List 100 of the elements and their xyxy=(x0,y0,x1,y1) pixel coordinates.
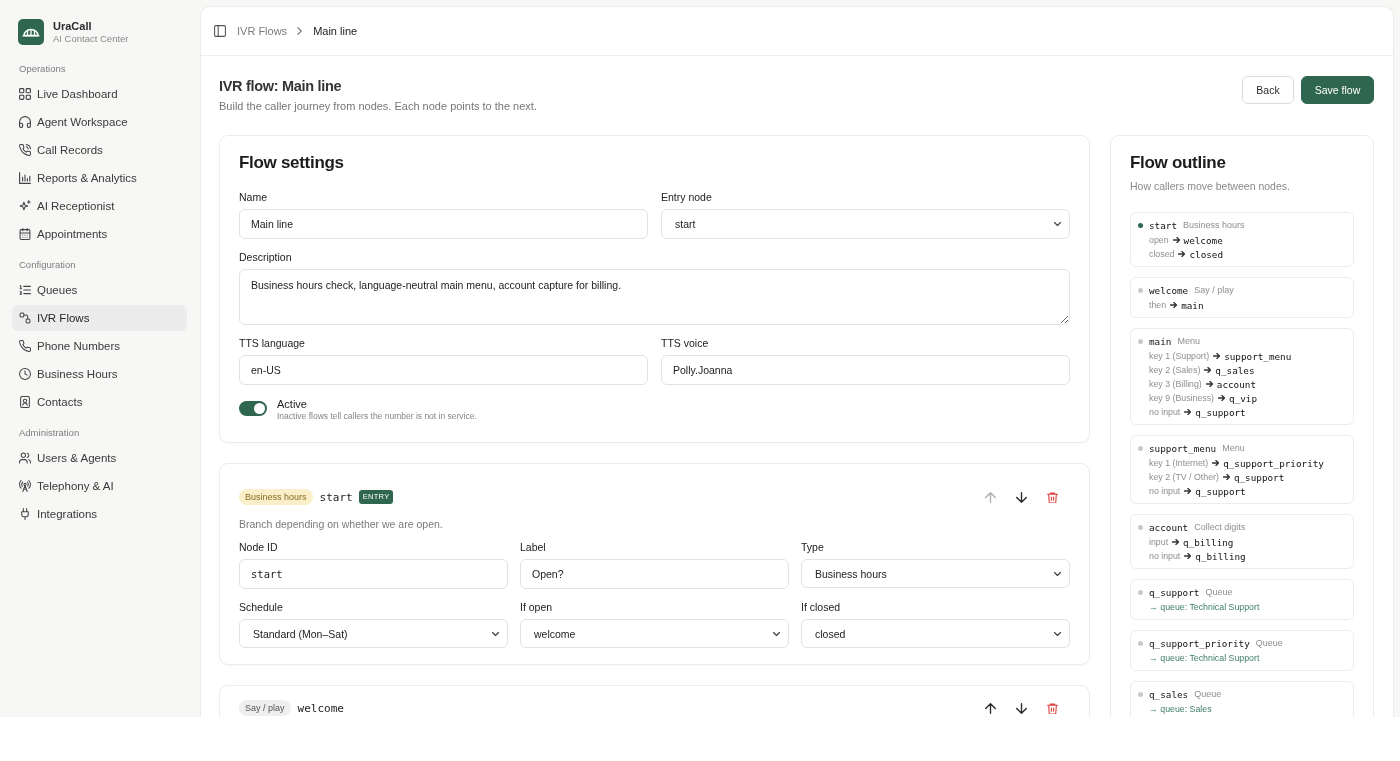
breadcrumb-link[interactable]: IVR Flows xyxy=(237,25,288,37)
field-label: TTS language xyxy=(239,337,306,349)
field-label: Description xyxy=(239,251,293,263)
route-condition: key 2 (TV / Other) xyxy=(1149,472,1219,482)
sidebar-item[interactable]: Live Dashboard xyxy=(12,81,187,107)
arrow-right-icon xyxy=(1222,474,1230,480)
users-icon xyxy=(19,452,31,464)
type-tag: Business hours xyxy=(239,489,313,505)
outline-node-id: q_sales xyxy=(1149,688,1189,700)
field-label: Type xyxy=(801,541,825,553)
field-label: Name xyxy=(239,191,268,203)
outline-node[interactable]: welcome Say / play then main xyxy=(1130,277,1354,318)
card-title: Flow settings xyxy=(239,152,345,174)
dropdown[interactable]: start xyxy=(661,209,1070,239)
back-button[interactable]: Back xyxy=(1242,76,1294,104)
outline-node[interactable]: q_support_priority Queue → queue: Technical Support xyxy=(1130,630,1354,671)
queue-target: → queue: Technical Support xyxy=(1149,653,1260,663)
field-label: Entry node xyxy=(661,191,713,203)
sidebar-item[interactable]: Appointments xyxy=(12,221,187,247)
toggle-hint: Inactive flows tell callers the number is not in service. xyxy=(277,411,477,422)
route-condition: input xyxy=(1149,537,1169,547)
text-area[interactable]: Business hours check, language-neutral main menu, account capture for billing. xyxy=(239,269,1070,325)
route-target: account xyxy=(1216,378,1256,390)
save-button[interactable]: Save flow xyxy=(1301,76,1374,104)
sidebar-item[interactable]: Business Hours xyxy=(12,361,187,387)
sidebar-item[interactable]: Agent Workspace xyxy=(12,109,187,135)
route-target: q_support xyxy=(1233,471,1285,483)
field-label: If open xyxy=(520,601,554,613)
sidebar-item[interactable]: Phone Numbers xyxy=(12,333,187,359)
page-subtitle: Build the caller journey from nodes. Each node points to the next. xyxy=(219,99,537,113)
sidebar-item[interactable]: AI Receptionist xyxy=(12,193,187,219)
sidebar-item[interactable]: Queues xyxy=(12,277,187,303)
page-title: IVR flow: Main line xyxy=(219,77,343,96)
brand-name: UraCall xyxy=(53,19,93,33)
arrow-right-icon xyxy=(1184,488,1192,494)
chevron-down-icon xyxy=(1054,222,1061,226)
contact-card-icon xyxy=(19,396,31,408)
outline-node[interactable]: account Collect digits input q_billing no input q_billing xyxy=(1130,514,1354,569)
section-title: Administration xyxy=(18,427,81,439)
outline-node-type: Menu xyxy=(1222,443,1245,453)
dropdown[interactable]: welcome xyxy=(520,619,789,648)
calendar-icon xyxy=(19,228,31,240)
route-target: q_billing xyxy=(1183,536,1234,548)
text-input[interactable]: en-US xyxy=(239,355,648,385)
text-input[interactable]: Polly.Joanna xyxy=(661,355,1070,385)
sidebar-item[interactable]: Call Records xyxy=(12,137,187,163)
dropdown[interactable]: closed xyxy=(801,619,1070,648)
route-condition: key 3 (Billing) xyxy=(1149,379,1202,389)
toggle-label: Active xyxy=(277,398,308,411)
chevron-down-icon xyxy=(492,631,499,636)
text-input[interactable]: Main line xyxy=(239,209,648,239)
sidebar-toggle-icon[interactable] xyxy=(214,25,226,37)
card-subtitle: How callers move between nodes. xyxy=(1130,179,1291,193)
sparkle-icon xyxy=(19,200,31,212)
outline-node[interactable]: q_sales Queue → queue: Sales xyxy=(1130,681,1354,717)
outline-node-type: Queue xyxy=(1255,638,1283,648)
sidebar-item[interactable]: Telephony & AI xyxy=(12,473,187,499)
sidebar-item[interactable]: Users & Agents xyxy=(12,445,187,471)
outline-node-id: q_support_priority xyxy=(1149,637,1250,649)
outline-node-type: Queue xyxy=(1194,689,1222,699)
field-label: If closed xyxy=(801,601,842,613)
outline-node[interactable]: start Business hours open welcome closed closed xyxy=(1130,212,1354,267)
node-id: start xyxy=(319,490,353,504)
section-title: Configuration xyxy=(18,259,77,271)
outline-node-id: account xyxy=(1149,521,1189,533)
route-condition: key 1 (Internet) xyxy=(1149,458,1209,468)
bar-chart-icon xyxy=(19,172,31,184)
dropdown[interactable]: Standard (Mon–Sat) xyxy=(239,619,508,648)
sidebar-item[interactable]: Reports & Analytics xyxy=(12,165,187,191)
text-input[interactable]: start xyxy=(239,559,508,589)
breadcrumb-current: Main line xyxy=(313,25,358,37)
arrow-right-icon xyxy=(1172,539,1180,545)
route-target: q_support xyxy=(1195,406,1246,418)
grid-icon xyxy=(19,88,31,100)
route-target: q_billing xyxy=(1195,550,1246,562)
outline-node[interactable]: q_support Queue → queue: Technical Support xyxy=(1130,579,1354,620)
sidebar-item[interactable]: IVR Flows xyxy=(12,305,187,331)
node-id: welcome xyxy=(297,701,344,715)
outline-node-id: start xyxy=(1149,219,1177,231)
field-label: Node ID xyxy=(239,541,279,553)
phone-icon xyxy=(19,340,31,352)
outline-node-id: q_support xyxy=(1149,586,1200,598)
route-condition: open xyxy=(1149,235,1169,245)
route-target: support_menu xyxy=(1224,350,1292,362)
chevron-down-icon xyxy=(1054,571,1061,576)
chevron-down-icon xyxy=(1054,631,1061,636)
numbered-list-icon xyxy=(19,284,31,296)
outline-node[interactable]: support_menu Menu key 1 (Internet) q_support_priority key 2 (TV / Other) q_support no input q_support xyxy=(1130,435,1354,504)
outline-node-id: main xyxy=(1149,335,1172,347)
sidebar-item[interactable]: Contacts xyxy=(12,389,187,415)
outline-node[interactable]: main Menu key 1 (Support) support_menu key 2 (Sales) q_sales key 3 (Billing) account key 9 (Business) q_vip no input q_support xyxy=(1130,328,1354,425)
toggle-switch[interactable] xyxy=(239,401,267,416)
route-icon xyxy=(19,312,31,324)
dropdown[interactable]: Business hours xyxy=(801,559,1070,588)
section-title: Operations xyxy=(18,63,67,75)
arrow-right-icon xyxy=(1218,395,1226,401)
field-label: Label xyxy=(520,541,547,553)
text-input[interactable]: Open? xyxy=(520,559,789,589)
sidebar-item[interactable]: Integrations xyxy=(12,501,187,527)
outline-node-type: Queue xyxy=(1205,587,1233,597)
